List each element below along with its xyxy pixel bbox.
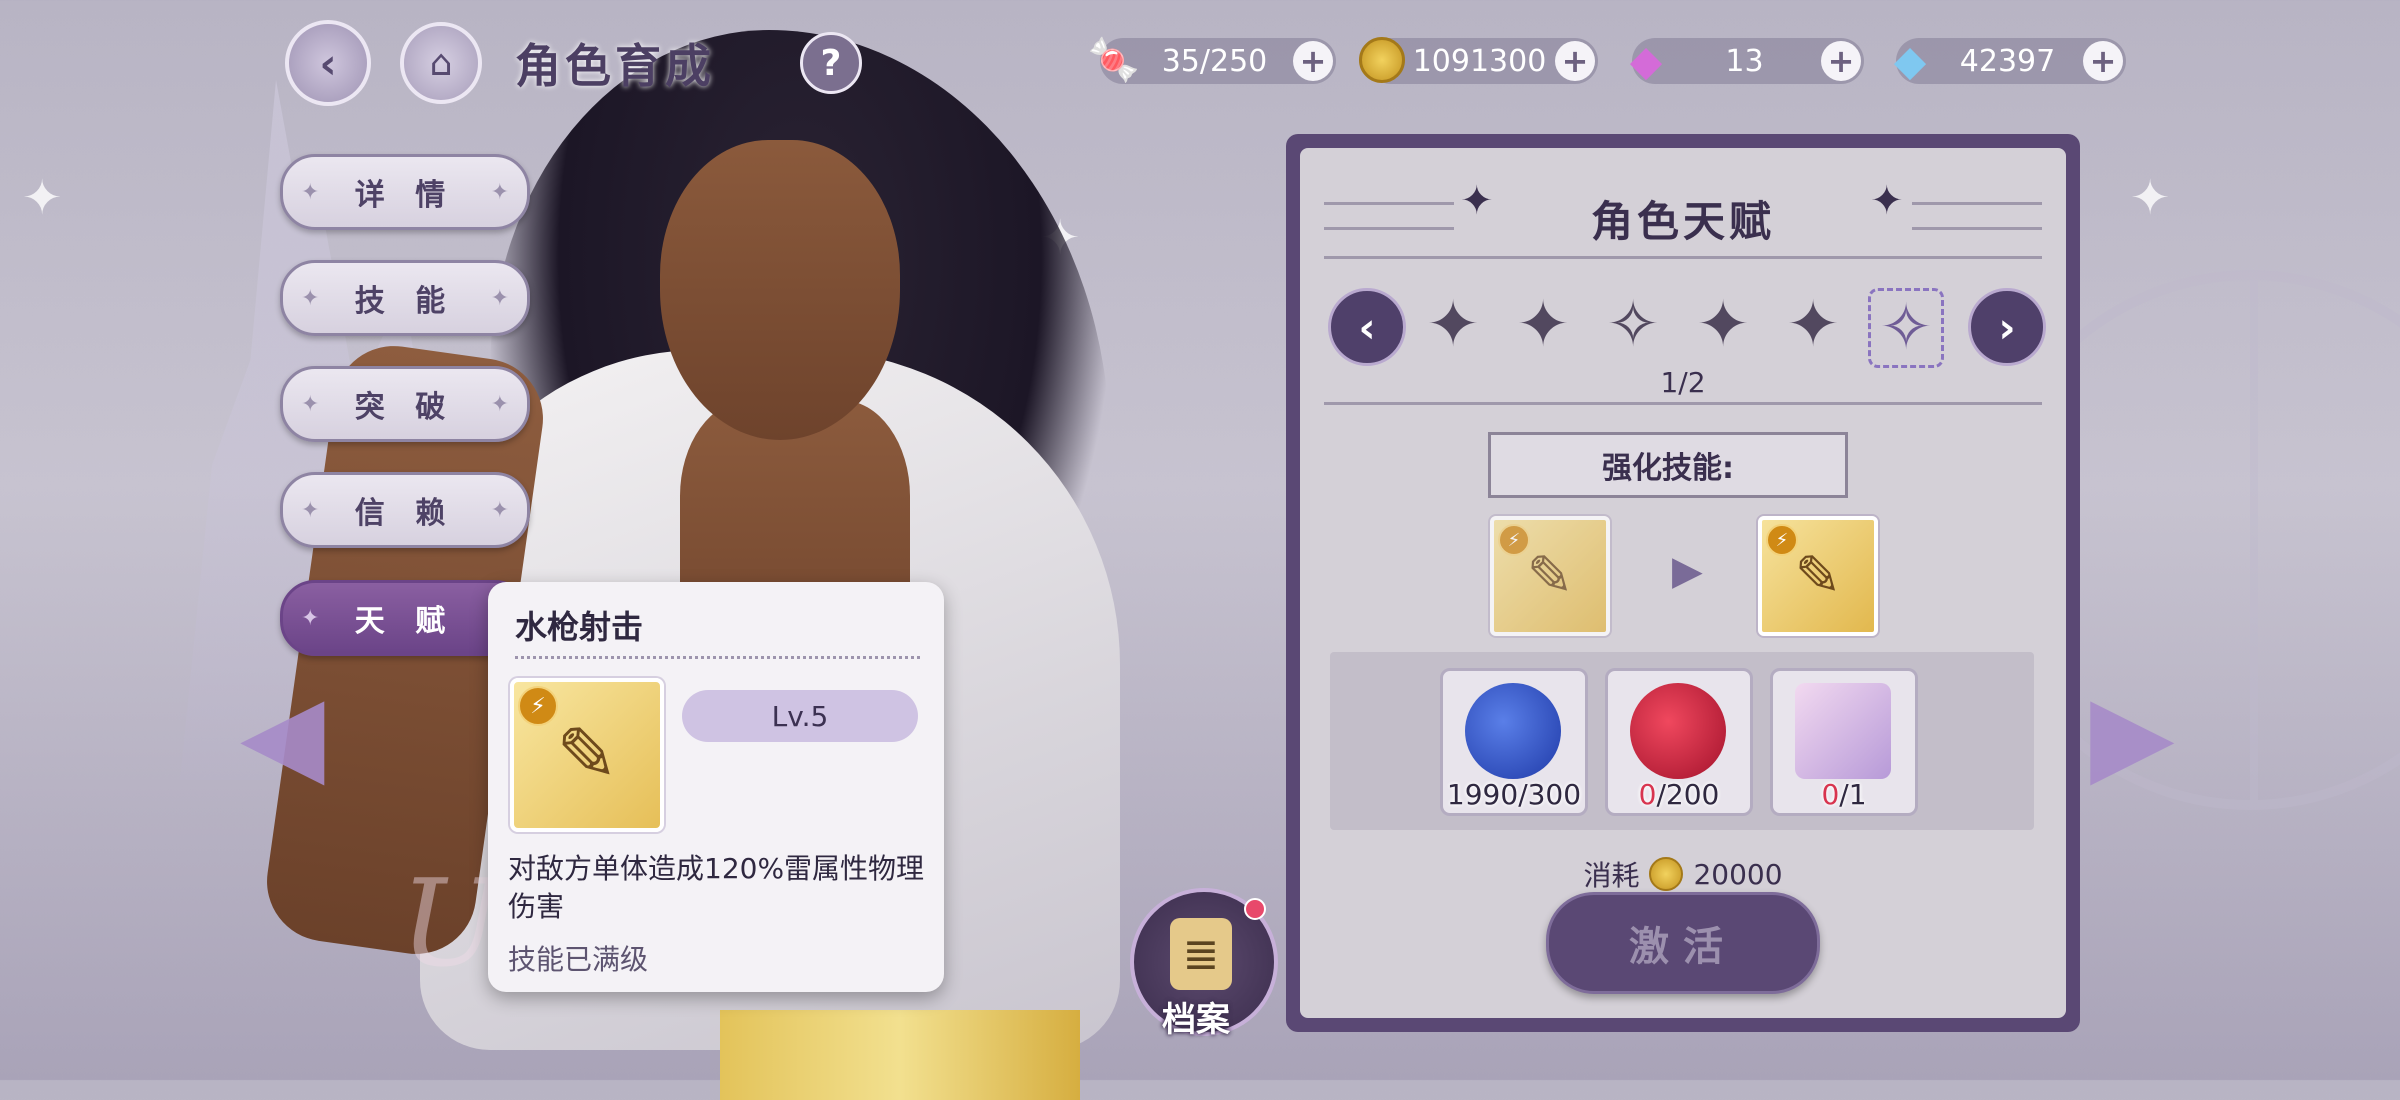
sparkle-icon: ✦ — [2130, 170, 2171, 226]
divider — [515, 656, 920, 659]
home-button[interactable]: ⌂ — [400, 22, 482, 104]
skill-tooltip: 水枪射击 ✎ ⚡ Lv.5 对敌方单体造成120%雷属性物理伤害 技能已满级 — [488, 582, 944, 992]
cost-row: 消耗 20000 — [1300, 854, 2066, 894]
star-icon: ✦ — [301, 605, 320, 631]
tab-trust[interactable]: ✦ 信 赖 ✦ — [280, 472, 530, 548]
tab-label: 详 情 — [354, 178, 456, 213]
lightning-icon: ⚡ — [1766, 524, 1798, 556]
add-pink-gem-button[interactable]: + — [1821, 41, 1861, 81]
material-quantity: 1990/300 — [1446, 778, 1582, 811]
gold-coin-icon — [1649, 857, 1684, 891]
currency-gold: 1091300 + — [1359, 37, 1598, 84]
tab-label: 技 能 — [354, 284, 456, 319]
candy-icon: 🍬 — [1087, 35, 1141, 84]
star-icon: ✦ — [301, 391, 320, 417]
arrow-right-icon: ▶ — [1672, 548, 1703, 594]
talent-panel: ✦ 角色天赋 ✦ ‹ ✦ ✦ ✧ ✦ ✦ ✧ › 1/2 强化技能: ✎ ⚡ ▶… — [1286, 134, 2080, 1032]
enhanced-skill-icon[interactable]: ✎ ⚡ — [1758, 516, 1878, 636]
page-title: 角色育成 — [515, 39, 715, 93]
currency-stamina: 🍬 35/250 + — [1088, 35, 1336, 84]
enhance-skill-label: 强化技能: — [1488, 432, 1848, 498]
tab-label: 天 赋 — [354, 604, 456, 639]
talent-prev-button[interactable]: ‹ — [1328, 288, 1406, 366]
star-icon: ✦ — [301, 285, 320, 311]
title-decoration — [1912, 202, 2042, 230]
material-red-berry[interactable]: 0/200 — [1605, 668, 1753, 816]
back-button[interactable]: ‹ — [285, 20, 371, 106]
add-stamina-button[interactable]: + — [1293, 41, 1333, 81]
blue-fruit-icon — [1465, 683, 1561, 779]
talent-node-1[interactable]: ✦ — [1418, 288, 1488, 362]
star-icon: ✦ — [490, 179, 509, 205]
material-quantity: 0/1 — [1821, 778, 1867, 811]
gold-coin-icon — [1354, 32, 1410, 88]
tab-label: 突 破 — [354, 390, 456, 425]
notification-dot — [1244, 898, 1266, 920]
activate-button[interactable]: 激活 — [1546, 892, 1820, 994]
star-icon: ✦ — [301, 179, 320, 205]
skill-description: 对敌方单体造成120%雷属性物理伤害 — [508, 852, 925, 923]
blue-diamond-icon: ◆ — [1893, 35, 1927, 85]
talent-node-4[interactable]: ✦ — [1688, 288, 1758, 362]
cost-value: 20000 — [1693, 857, 1783, 891]
talent-node-5[interactable]: ✦ — [1778, 288, 1848, 362]
star-icon: ✦ — [490, 391, 509, 417]
star-icon: ✦ — [301, 497, 320, 523]
castle-home-icon: ⌂ — [429, 42, 453, 84]
archive-label: 档案 — [1162, 1000, 1230, 1040]
next-character-arrow-icon[interactable]: ▶ — [2090, 670, 2175, 798]
materials-area: 1990/300 0/200 0/1 — [1330, 652, 2034, 830]
talent-next-button[interactable]: › — [1968, 288, 2046, 366]
star-icon: ✦ — [490, 285, 509, 311]
material-quantity: 0/200 — [1638, 778, 1720, 811]
sparkle-icon: ✦ — [22, 170, 63, 226]
talent-node-3[interactable]: ✧ — [1598, 288, 1668, 362]
help-button[interactable]: ? — [800, 32, 862, 94]
divider — [1324, 402, 2042, 405]
character-shard-icon — [1795, 683, 1891, 779]
tab-skills[interactable]: ✦ 技 能 ✦ — [280, 260, 530, 336]
talent-node-6[interactable]: ✧ — [1868, 288, 1944, 368]
cost-label: 消耗 — [1583, 859, 1640, 892]
document-icon: ≣ — [1170, 918, 1232, 990]
red-berry-icon — [1630, 683, 1726, 779]
skill-status: 技能已满级 — [508, 943, 649, 976]
lightning-icon: ⚡ — [518, 686, 558, 726]
tab-label: 信 赖 — [354, 496, 456, 531]
sparkle-icon: ✦ — [1870, 178, 1904, 224]
material-character-shard[interactable]: 0/1 — [1770, 668, 1918, 816]
current-skill-icon[interactable]: ✎ ⚡ — [1490, 516, 1610, 636]
tab-breakthrough[interactable]: ✦ 突 破 ✦ — [280, 366, 530, 442]
level-badge: Lv.5 — [682, 690, 918, 742]
prev-character-arrow-icon[interactable]: ◀ — [240, 670, 325, 798]
page-indicator: 1/2 — [1660, 366, 1706, 399]
water-gun-skill-icon: ✎ ⚡ — [510, 678, 664, 832]
back-arrow-icon: ‹ — [319, 38, 337, 88]
tab-details[interactable]: ✦ 详 情 ✦ — [280, 154, 530, 230]
talent-node-2[interactable]: ✦ — [1508, 288, 1578, 362]
divider — [1324, 256, 2042, 259]
currency-diamond: ◆ 42397 + — [1894, 36, 2126, 85]
add-gold-button[interactable]: + — [1555, 41, 1595, 81]
currency-pink-gem: ◆ 13 + — [1630, 36, 1864, 85]
pink-gem-icon: ◆ — [1629, 35, 1663, 85]
material-blue-fruit[interactable]: 1990/300 — [1440, 668, 1588, 816]
lightning-icon: ⚡ — [1498, 524, 1530, 556]
add-diamond-button[interactable]: + — [2083, 41, 2123, 81]
character-signature: U — [400, 855, 502, 994]
tooltip-title: 水枪射击 — [515, 608, 644, 646]
star-icon: ✦ — [490, 497, 509, 523]
